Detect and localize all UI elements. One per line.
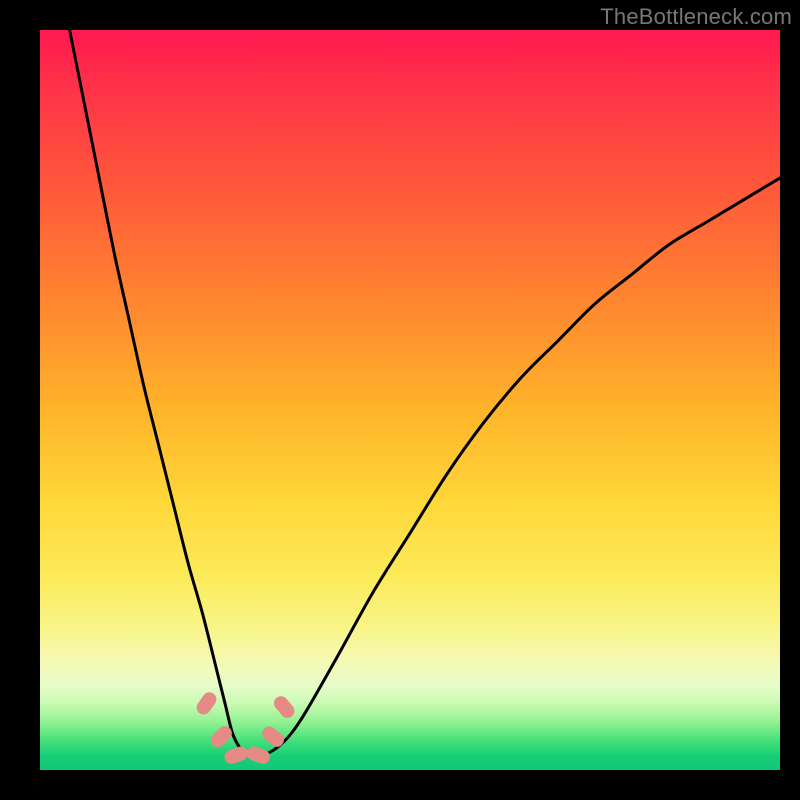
curve-marker: [245, 745, 272, 766]
chart-frame: TheBottleneck.com: [0, 0, 800, 800]
bottleneck-curve: [70, 30, 780, 756]
curve-marker: [194, 690, 219, 718]
curve-markers: [194, 690, 297, 766]
chart-plot-area: [40, 30, 780, 770]
curve-marker: [259, 724, 286, 750]
curve-marker: [222, 745, 249, 766]
curve-marker: [271, 693, 297, 720]
bottleneck-chart: [40, 30, 780, 770]
watermark-text: TheBottleneck.com: [600, 4, 792, 30]
